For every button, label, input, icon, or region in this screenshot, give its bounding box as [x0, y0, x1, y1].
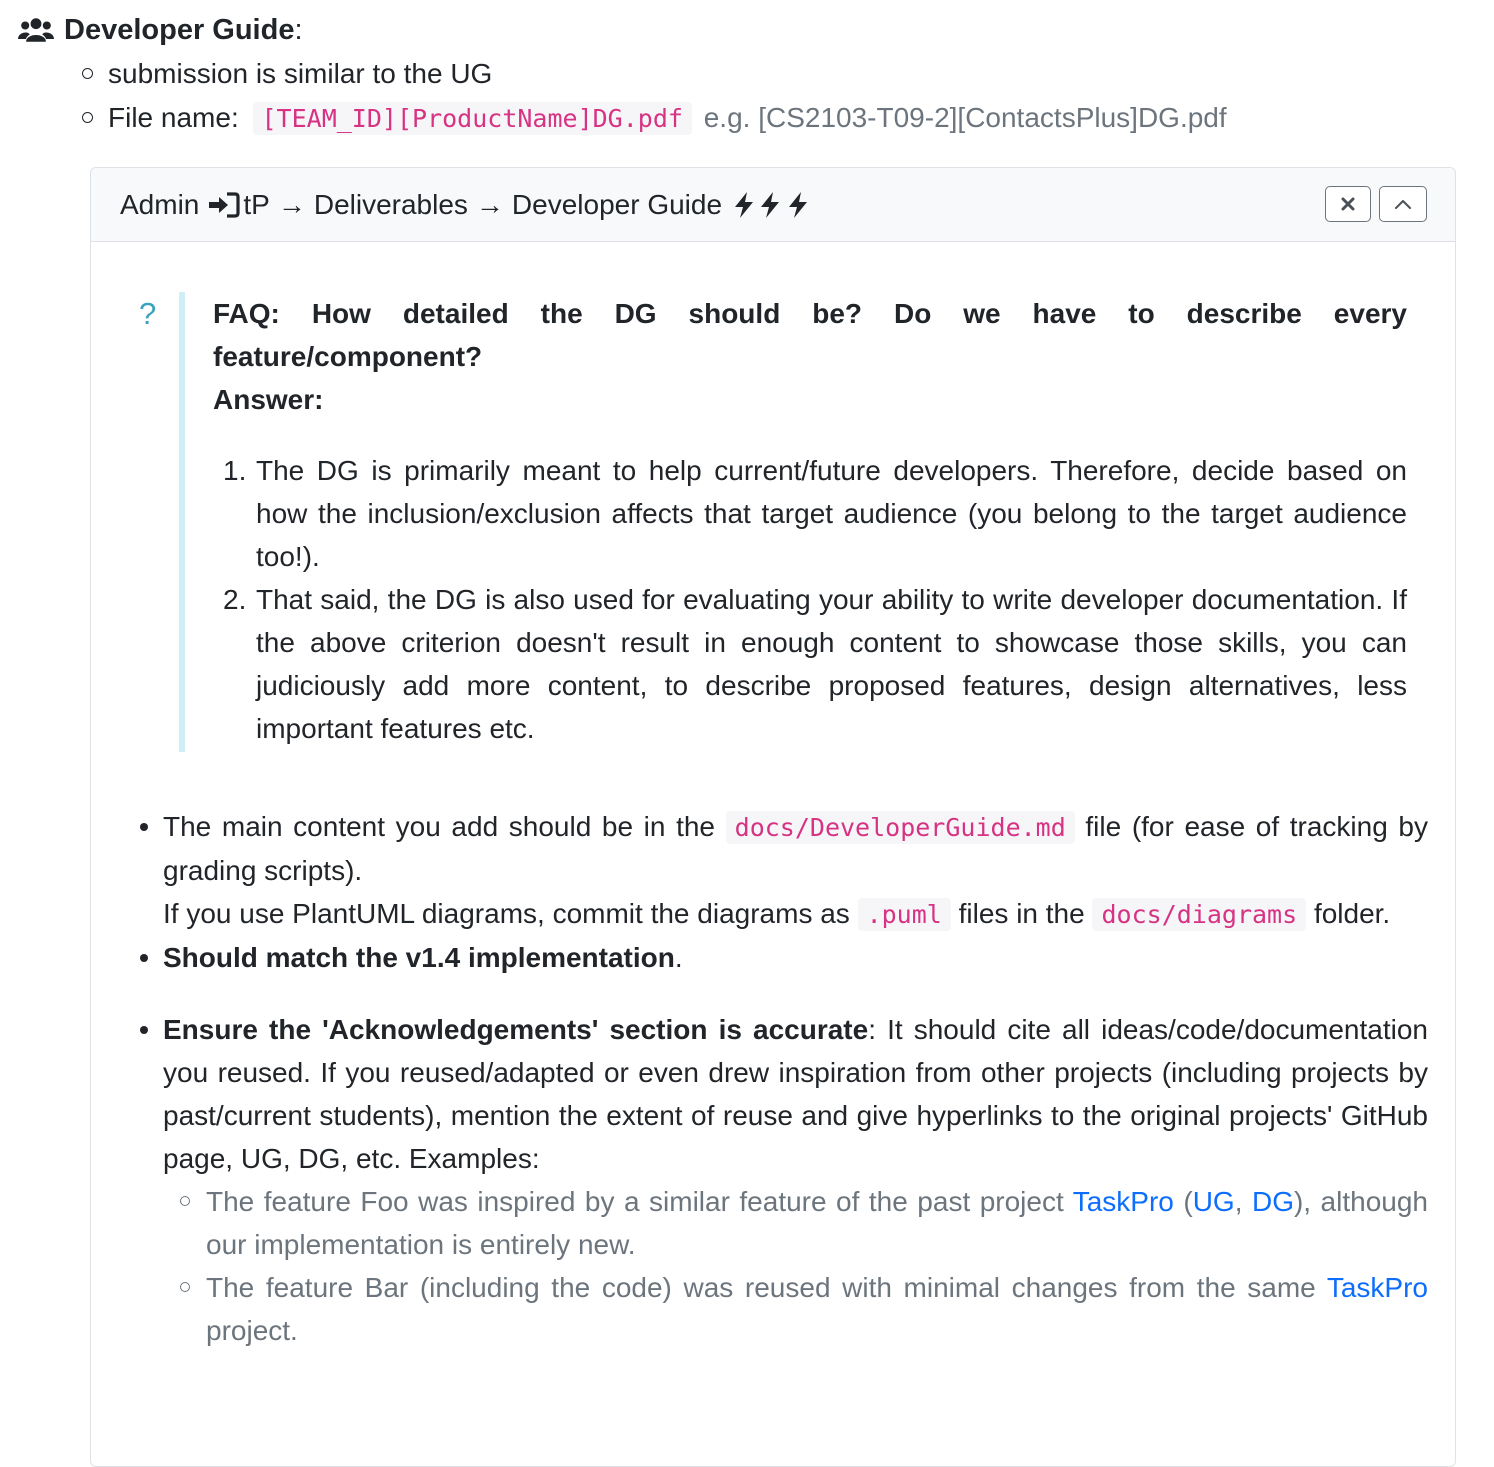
list-item: The feature Foo was inspired by a simila… [180, 1180, 1428, 1266]
ug-link[interactable]: UG [1193, 1186, 1235, 1217]
close-button[interactable] [1325, 186, 1371, 222]
bullet-bold-text: Ensure the 'Acknowledgements' section is… [163, 1014, 869, 1045]
breadcrumb-developer-guide: Developer Guide [511, 188, 723, 220]
bolt-icon [735, 191, 754, 218]
example-text: project. [206, 1315, 298, 1346]
requirements-list: The main content you add should be in th… [140, 805, 1428, 1352]
section-title-suffix: : [294, 13, 303, 46]
bullet-text: If you use PlantUML diagrams, commit the… [163, 898, 850, 929]
list-item: submission is similar to the UG [80, 54, 1227, 98]
sign-in-icon [209, 191, 240, 218]
question-icon: ? [139, 296, 157, 331]
bullet-text: . [674, 942, 683, 973]
section-title: Developer Guide [64, 13, 295, 46]
developer-guide-panel: Admin tP → Deliverables → Developer Guid… [90, 167, 1456, 1467]
breadcrumb-arrow: → [277, 188, 306, 220]
example-text: ( [1173, 1186, 1193, 1217]
answer-text: That said, the DG is also used for evalu… [256, 584, 1407, 744]
answer-number: 2. [223, 584, 247, 615]
file-name-code: [TEAM_ID][ProductName]DG.pdf [252, 102, 692, 135]
bullet-text: The main content you add should be in th… [163, 811, 716, 842]
breadcrumb: Admin tP → Deliverables → Developer Guid… [120, 189, 812, 221]
answer-text: The DG is primarily meant to help curren… [256, 455, 1407, 572]
faq-question-cont: feature/component? [213, 341, 483, 372]
close-icon [1341, 197, 1355, 211]
file-name-label: File name: [108, 102, 239, 133]
section-heading: Developer Guide: [18, 10, 303, 50]
diagrams-folder-code: docs/diagrams [1092, 898, 1307, 931]
list-item: 1. The DG is primarily meant to help cur… [213, 449, 1407, 578]
faq-answer-list: 1. The DG is primarily meant to help cur… [213, 449, 1407, 750]
dg-link[interactable]: DG [1252, 1186, 1294, 1217]
panel-header[interactable]: Admin tP → Deliverables → Developer Guid… [91, 168, 1455, 242]
faq-question: FAQ: How detailed the DG should be? Do w… [213, 298, 1407, 329]
example-text: The feature Bar (including the code) was… [206, 1272, 1316, 1303]
example-text: The feature Foo was inspired by a simila… [206, 1186, 1064, 1217]
breadcrumb-admin: Admin [120, 188, 200, 220]
bolt-icon [789, 191, 808, 218]
bolt-icon [761, 191, 780, 218]
faq-box: FAQ: How detailed the DG should be? Do w… [179, 292, 1408, 752]
breadcrumb-deliverables: Deliverables [313, 188, 468, 220]
bullet-bold-text: Should match the v1.4 implementation [163, 942, 675, 973]
breadcrumb-arrow: → [475, 188, 504, 220]
list-item: Ensure the 'Acknowledgements' section is… [140, 1008, 1428, 1352]
bullet-text: files in the [958, 898, 1085, 929]
bullet-text: folder. [1313, 898, 1391, 929]
collapse-button[interactable] [1379, 186, 1427, 222]
list-item: The main content you add should be in th… [140, 805, 1428, 936]
list-item: File name: [TEAM_ID][ProductName]DG.pdf … [80, 98, 1227, 142]
users-icon [18, 18, 54, 42]
puml-extension-code: .puml [857, 898, 951, 931]
taskpro-link[interactable]: TaskPro [1073, 1186, 1174, 1217]
submission-list: submission is similar to the UG File nam… [80, 54, 1227, 142]
taskpro-link[interactable]: TaskPro [1327, 1272, 1428, 1303]
list-item: 2. That said, the DG is also used for ev… [213, 578, 1407, 750]
breadcrumb-tp: tP [243, 188, 270, 220]
examples-list: The feature Foo was inspired by a simila… [180, 1180, 1428, 1352]
example-text: , [1234, 1186, 1252, 1217]
chevron-up-icon [1395, 200, 1411, 209]
priority-bolts [732, 191, 812, 219]
list-item: Should match the v1.4 implementation. [140, 936, 1428, 979]
plantuml-line: If you use PlantUML diagrams, commit the… [163, 892, 1428, 936]
file-name-example: e.g. [CS2103-T09-2][ContactsPlus]DG.pdf [703, 102, 1227, 133]
faq-answer-label: Answer: [213, 384, 324, 415]
submission-text: submission is similar to the UG [108, 58, 493, 89]
list-item: The feature Bar (including the code) was… [180, 1266, 1428, 1352]
answer-number: 1. [223, 455, 247, 486]
developer-guide-path-code: docs/DeveloperGuide.md [725, 811, 1075, 844]
